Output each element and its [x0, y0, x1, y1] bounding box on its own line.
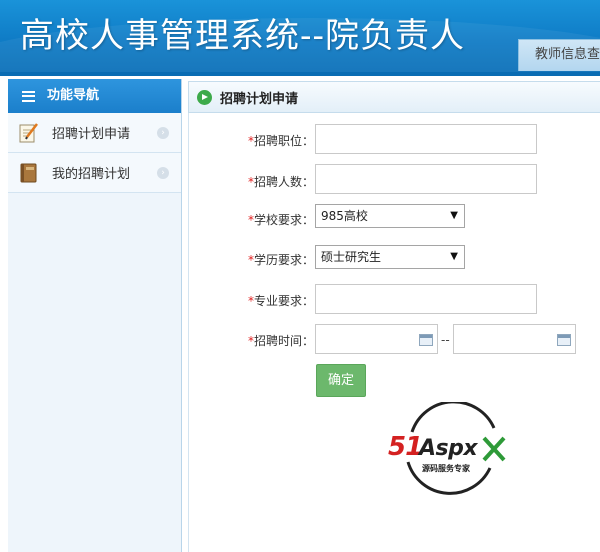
end-date-input[interactable]	[453, 324, 576, 354]
sidebar-item-my-plans[interactable]: 我的招聘计划 ›	[8, 153, 181, 193]
chevron-right-icon: ›	[157, 167, 169, 179]
dropdown-arrow-icon: ▼	[450, 210, 458, 221]
51aspx-logo: 51 Aspx 源码服务专家	[388, 402, 506, 495]
logo-brand-51: 51	[388, 432, 422, 462]
sidebar-title: 功能导航	[47, 88, 100, 103]
count-label-text: 招聘人数：	[253, 175, 314, 189]
date-range-separator: --	[441, 333, 450, 347]
sidebar-header: 功能导航	[8, 79, 181, 113]
position-label-text: 招聘职位：	[253, 134, 314, 148]
position-input[interactable]	[315, 124, 537, 154]
calendar-icon[interactable]	[419, 334, 433, 346]
school-select[interactable]: 985高校 ▼	[315, 204, 465, 228]
position-label: *招聘职位：	[194, 132, 314, 149]
start-date-input[interactable]	[315, 324, 438, 354]
header-divider	[0, 72, 600, 76]
education-selected: 硕士研究生	[321, 250, 382, 264]
time-label-text: 招聘时间：	[253, 334, 314, 348]
sidebar-item-recruit-apply[interactable]: 招聘计划申请 ›	[8, 113, 181, 153]
sidebar-item-label: 招聘计划申请	[52, 127, 131, 142]
school-label-text: 学校要求：	[253, 213, 314, 227]
calendar-icon[interactable]	[557, 334, 571, 346]
book-icon	[20, 163, 37, 182]
chevron-right-icon: ›	[157, 127, 169, 139]
education-label-text: 学历要求：	[253, 253, 314, 267]
education-select[interactable]: 硕士研究生 ▼	[315, 245, 465, 269]
school-selected: 985高校	[321, 209, 368, 223]
logo-tagline: 源码服务专家	[422, 463, 471, 473]
school-label: *学校要求：	[194, 211, 314, 228]
list-menu-icon	[22, 90, 35, 102]
panel-title: 招聘计划申请	[220, 91, 299, 107]
panel-header: 招聘计划申请	[188, 81, 600, 113]
edit-notepad-icon	[19, 122, 38, 142]
dropdown-arrow-icon: ▼	[450, 251, 458, 262]
major-label: *专业要求：	[194, 292, 314, 309]
count-input[interactable]	[315, 164, 537, 194]
count-label: *招聘人数：	[194, 173, 314, 190]
time-label: *招聘时间：	[194, 332, 314, 349]
submit-button[interactable]: 确定	[316, 364, 366, 397]
go-arrow-icon	[197, 89, 212, 105]
logo-brand-aspx: Aspx	[417, 436, 478, 461]
major-input[interactable]	[315, 284, 537, 314]
app-title: 高校人事管理系统--院负责人	[20, 16, 465, 56]
education-label: *学历要求：	[194, 251, 314, 268]
major-label-text: 专业要求：	[253, 294, 314, 308]
app-header: 高校人事管理系统--院负责人 教师信息查	[0, 0, 600, 72]
tab-teacher-info[interactable]: 教师信息查	[518, 39, 600, 71]
sidebar: 功能导航 招聘计划申请 › 我的招聘计划 ›	[8, 79, 182, 552]
sidebar-item-label: 我的招聘计划	[52, 167, 131, 182]
